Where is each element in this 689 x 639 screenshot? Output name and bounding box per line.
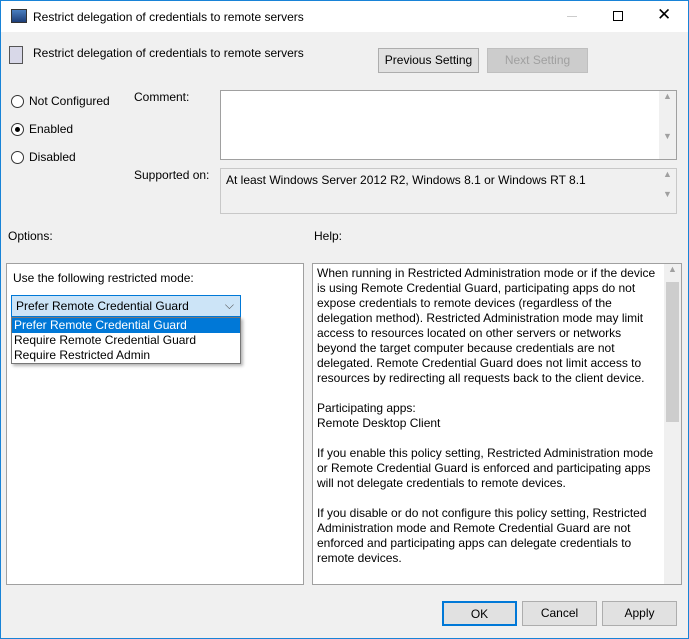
help-scrollbar[interactable]: ▲ bbox=[664, 264, 681, 584]
radio-not-configured[interactable]: Not Configured bbox=[11, 94, 110, 108]
scrollbar[interactable]: ▲ ▼ bbox=[659, 91, 676, 159]
dropdown-option[interactable]: Require Remote Credential Guard bbox=[12, 333, 240, 348]
mode-dropdown[interactable]: Prefer Remote Credential Guard ⌵ bbox=[11, 295, 241, 317]
comment-label: Comment: bbox=[134, 90, 190, 104]
previous-setting-button[interactable]: Previous Setting bbox=[378, 48, 479, 73]
dropdown-option[interactable]: Require Restricted Admin bbox=[12, 348, 240, 363]
setting-name: Restrict delegation of credentials to re… bbox=[33, 46, 304, 60]
radio-disabled[interactable]: Disabled bbox=[11, 150, 76, 164]
minimize-button[interactable] bbox=[567, 16, 577, 17]
comment-input[interactable]: ▲ ▼ bbox=[220, 90, 677, 160]
policy-icon bbox=[9, 46, 23, 64]
options-panel: Use the following restricted mode: Prefe… bbox=[6, 263, 304, 585]
next-setting-button[interactable]: Next Setting bbox=[487, 48, 588, 73]
mode-dropdown-list: Prefer Remote Credential Guard Require R… bbox=[11, 317, 241, 364]
ok-button[interactable]: OK bbox=[442, 601, 517, 626]
title-bar: Restrict delegation of credentials to re… bbox=[1, 1, 688, 32]
window-title: Restrict delegation of credentials to re… bbox=[33, 10, 304, 24]
cancel-button[interactable]: Cancel bbox=[522, 601, 597, 626]
supported-label: Supported on: bbox=[134, 168, 210, 182]
mode-label: Use the following restricted mode: bbox=[13, 271, 194, 285]
options-label: Options: bbox=[8, 229, 53, 243]
help-panel: When running in Restricted Administratio… bbox=[312, 263, 682, 585]
close-button[interactable]: ✕ bbox=[657, 5, 671, 25]
chevron-down-icon: ⌵ bbox=[224, 298, 234, 312]
radio-enabled[interactable]: Enabled bbox=[11, 122, 73, 136]
help-label: Help: bbox=[314, 229, 343, 243]
app-icon bbox=[11, 9, 27, 23]
apply-button[interactable]: Apply bbox=[602, 601, 677, 626]
scrollbar[interactable]: ▲ ▼ bbox=[659, 169, 676, 213]
supported-on-field: At least Windows Server 2012 R2, Windows… bbox=[220, 168, 677, 214]
maximize-button[interactable] bbox=[613, 11, 623, 21]
dropdown-option[interactable]: Prefer Remote Credential Guard bbox=[12, 318, 240, 333]
